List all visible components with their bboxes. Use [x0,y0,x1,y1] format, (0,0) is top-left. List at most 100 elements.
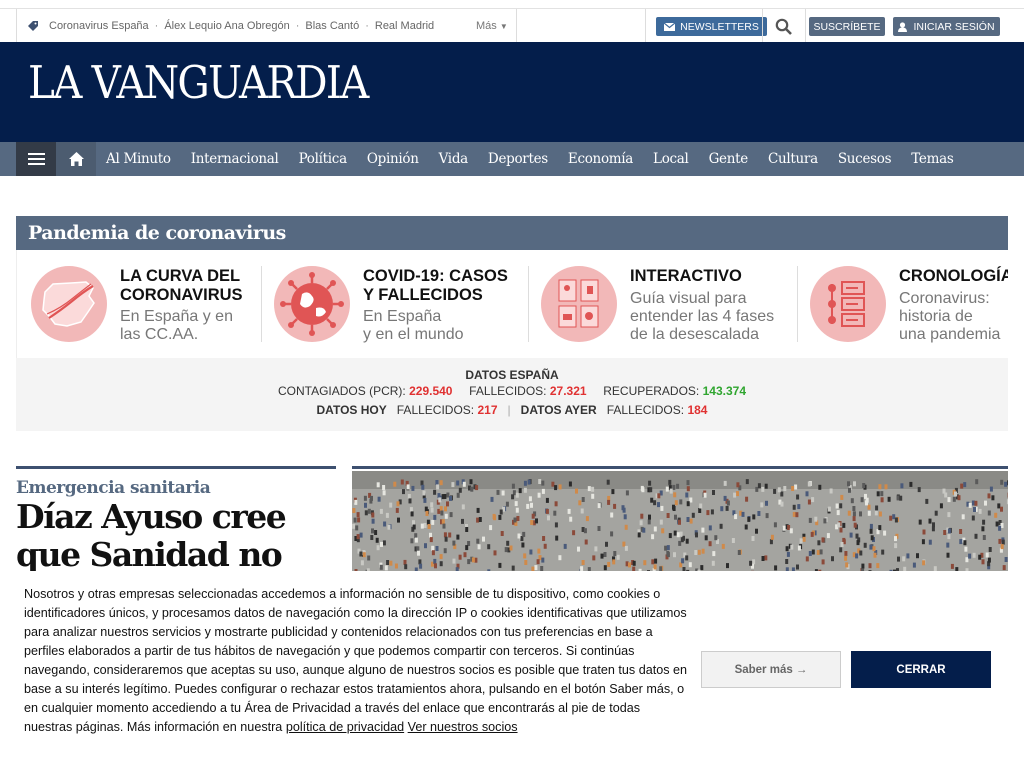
card-chronology[interactable]: CRONOLOGÍA Coronavirus: historia de una … [810,266,1008,344]
crowd-figure [837,522,841,528]
crowd-figure [892,514,896,520]
stats-daily: DATOS HOY FALLECIDOS: 217 | DATOS AYER F… [16,403,1008,417]
crowd-figure [567,508,571,514]
crowd-figure [436,484,440,490]
crowd-figure [900,483,904,489]
crowd-figure [968,502,972,508]
phases-grid-icon [541,266,617,342]
crowd-figure [529,549,533,555]
headline-line: Díaz Ayuso cree [16,497,287,536]
subscribe-button[interactable]: SUSCRÍBETE [809,17,885,36]
crowd-figure [887,496,891,502]
crowd-figure [414,537,418,543]
site-logo[interactable]: LA VANGUARDIA [28,56,369,109]
crowd-figure [823,518,827,524]
crowd-figure [585,516,589,522]
tag-icon [28,21,38,31]
nav-item-temas[interactable]: Temas [911,151,954,167]
crowd-figure [482,536,485,542]
crowd-figure [356,534,360,540]
card-curve[interactable]: LA CURVA DEL CORONAVIRUS En España y en … [31,266,261,344]
trend-link-lequio[interactable]: Álex Lequio Ana Obregón [164,20,289,32]
partners-link[interactable]: Ver nuestros socios [408,720,518,734]
crowd-figure [449,512,453,518]
crowd-figure [995,521,999,527]
crowd-figure [575,488,578,494]
article-headline[interactable]: Díaz Ayuso cree que Sanidad no [16,498,346,574]
crowd-figure [686,480,690,486]
crowd-figure [850,498,854,504]
crowd-figure [928,539,932,545]
crowd-figure [674,500,678,506]
crowd-figure [835,503,839,509]
nav-item-economia[interactable]: Economía [568,151,633,167]
crowd-figure [678,540,682,546]
crowd-figure [808,551,812,556]
crowd-figure [443,548,447,554]
crowd-figure [435,480,439,485]
crowd-figure [659,519,663,525]
search-button[interactable] [762,9,806,43]
nav-item-gente[interactable]: Gente [709,151,749,167]
nav-item-local[interactable]: Local [653,151,689,167]
nav-item-al-minuto[interactable]: Al Minuto [106,151,171,167]
crowd-figure [554,485,558,491]
crowd-figure [831,556,834,562]
crowd-figure [456,480,460,486]
crowd-figure [807,499,811,505]
crowd-figure [425,511,429,516]
card-interactive[interactable]: INTERACTIVO Guía visual para entender la… [541,266,796,344]
crowd-figure [878,525,882,531]
crowd-figure [821,537,825,543]
trend-link-coronavirus[interactable]: Coronavirus España [49,20,149,32]
crowd-figure [632,560,636,566]
chevron-down-icon: ▼ [499,22,508,31]
nav-item-deportes[interactable]: Deportes [488,151,548,167]
hamburger-icon-line [27,163,45,165]
crowd-figure [554,522,558,528]
nav-item-opinion[interactable]: Opinión [367,151,419,167]
crowd-figure [868,563,872,569]
crowd-figure [545,508,549,514]
crowd-figure [952,496,956,502]
article-kicker[interactable]: Emergencia sanitaria [16,478,211,498]
trend-link-canto[interactable]: Blas Cantó [305,20,359,32]
crowd-figure [665,486,669,492]
crowd-figure [954,491,957,497]
crowd-figure [773,522,777,528]
learn-more-button[interactable]: Saber más → [701,651,841,688]
nav-item-vida[interactable]: Vida [439,151,469,167]
card-cases[interactable]: COVID-19: CASOS Y FALLECIDOS En España y… [274,266,529,344]
crowd-figure [419,563,423,569]
crowd-figure [498,562,502,568]
nav-item-internacional[interactable]: Internacional [191,151,279,167]
crowd-figure [607,561,611,567]
nav-item-sucesos[interactable]: Sucesos [838,151,892,167]
cookie-banner: Nosotros y otras empresas seleccionadas … [0,571,1024,768]
crowd-figure [721,543,725,549]
more-trends-dropdown[interactable]: Más ▼ [476,20,508,32]
crowd-figure [442,523,446,529]
hamburger-menu-button[interactable] [16,142,56,176]
home-button[interactable] [56,142,96,176]
crowd-figure [572,530,576,536]
hamburger-icon-line [27,158,45,160]
nav-item-cultura[interactable]: Cultura [768,151,818,167]
newsletters-button[interactable]: NEWSLETTERS [656,17,767,36]
crowd-figure [700,565,704,571]
nav-item-politica[interactable]: Política [299,151,348,167]
crowd-figure [607,499,611,505]
trend-link-real-madrid[interactable]: Real Madrid [375,20,434,32]
crowd-figure [605,541,608,547]
close-button[interactable]: CERRAR [851,651,991,688]
crowd-figure [723,480,727,486]
privacy-policy-link[interactable]: política de privacidad [286,720,404,734]
crowd-figure [439,561,443,567]
crowd-figure [792,511,796,517]
pandemic-section-title[interactable]: Pandemia de coronavirus [16,216,1008,250]
crowd-figure [959,539,963,545]
article-photo[interactable] [352,471,1008,571]
login-button[interactable]: INICIAR SESIÓN [893,17,1000,36]
crowd-figure [375,537,379,543]
crowd-figure [712,490,715,495]
